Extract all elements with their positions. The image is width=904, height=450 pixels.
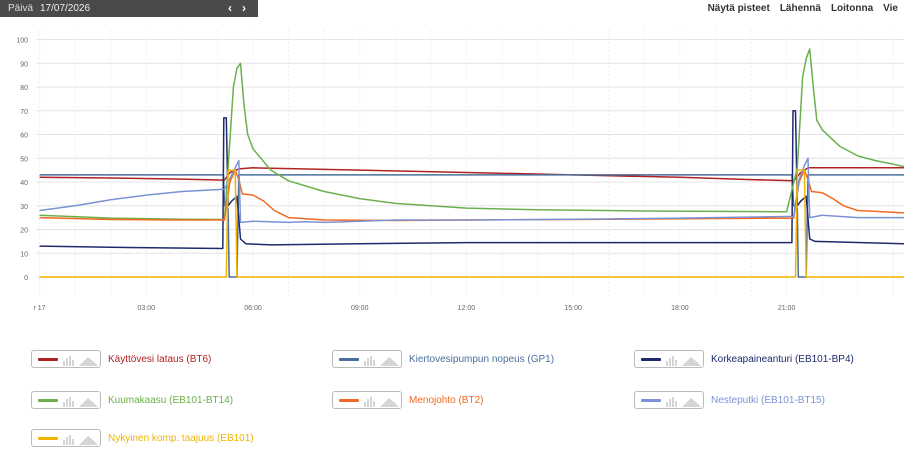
series-line-6 [39,169,904,278]
chart-legend: Käyttövesi lataus (BT6) Kiertovesipumpun … [0,338,904,450]
x-tick-label: 21:00 [778,305,796,312]
y-tick-label: 90 [20,61,28,68]
top-toolbar: Päivä 17/07/2026 ‹ › Näytä pisteet Lähen… [0,0,904,20]
chart-type-icon [364,356,399,366]
line-chart[interactable]: 0 10 20 30 40 50 60 70 80 90 100 r 17 03:00 06:00 09:0… [0,28,904,318]
legend-label[interactable]: Kiertovesipumpun nopeus (GP1) [409,354,554,365]
chevron-right-icon[interactable]: › [242,0,246,17]
series-color-swatch [38,358,58,361]
legend-label[interactable]: Käyttövesi lataus (BT6) [108,354,211,365]
series-color-swatch [38,437,58,440]
date-selector: Päivä 17/07/2026 ‹ › [0,0,258,17]
x-tick-label: r 17 [34,305,46,312]
y-tick-label: 60 [20,133,28,140]
y-tick-label: 0 [24,275,28,282]
legend-label[interactable]: Menojohto (BT2) [409,395,483,406]
y-tick-label: 30 [20,204,28,211]
legend-item[interactable]: Kuumakaasu (EB101-BT14) [31,389,233,411]
period-label[interactable]: Päivä [8,0,33,17]
y-tick-label: 10 [20,251,28,258]
y-tick-label: 80 [20,85,28,92]
series-color-swatch [641,399,661,402]
legend-label[interactable]: Korkeapaineanturi (EB101-BP4) [711,354,854,365]
chart-actions: Näytä pisteet Lähennä Loitonna Vie [708,0,898,17]
x-tick-label: 09:00 [351,305,369,312]
x-tick-label: 03:00 [138,305,156,312]
chart-type-icon [63,356,98,366]
chart-type-icon [666,397,701,407]
chart-type-icon [364,397,399,407]
series-color-swatch [38,399,58,402]
chevron-left-icon[interactable]: ‹ [228,0,232,17]
series-toggle[interactable] [332,350,402,368]
y-tick-label: 100 [16,38,28,45]
series-toggle[interactable] [634,391,704,409]
zoom-in-button[interactable]: Lähennä [780,0,821,17]
show-points-button[interactable]: Näytä pisteet [708,0,770,17]
series-line-4 [39,169,904,222]
series-line-1 [39,174,904,278]
x-tick-label: 15:00 [564,305,582,312]
chart-type-icon [63,435,98,445]
date-value[interactable]: 17/07/2026 [40,0,90,17]
x-tick-label: 12:00 [458,305,476,312]
series-toggle[interactable] [31,429,101,447]
legend-item[interactable]: Menojohto (BT2) [332,389,483,411]
y-tick-label: 50 [20,156,28,163]
series-toggle[interactable] [634,350,704,368]
legend-item[interactable]: Nykyinen komp. taajuus (EB101) [31,427,254,449]
chart-type-icon [666,356,701,366]
chart-type-icon [63,397,98,407]
legend-label[interactable]: Nykyinen komp. taajuus (EB101) [108,433,254,444]
legend-item[interactable]: Nesteputki (EB101-BT15) [634,389,825,411]
x-tick-label: 18:00 [671,305,689,312]
series-color-swatch [339,399,359,402]
legend-label[interactable]: Nesteputki (EB101-BT15) [711,395,825,406]
zoom-out-button[interactable]: Loitonna [831,0,873,17]
legend-item[interactable]: Kiertovesipumpun nopeus (GP1) [332,348,554,370]
y-tick-label: 70 [20,109,28,116]
y-tick-label: 20 [20,228,28,235]
series-color-swatch [339,358,359,361]
series-toggle[interactable] [332,391,402,409]
series-toggle[interactable] [31,350,101,368]
x-tick-label: 06:00 [244,305,262,312]
series-toggle[interactable] [31,391,101,409]
series-line-5 [39,157,904,224]
legend-item[interactable]: Käyttövesi lataus (BT6) [31,348,211,370]
series-color-swatch [641,358,661,361]
legend-item[interactable]: Korkeapaineanturi (EB101-BP4) [634,348,854,370]
export-button[interactable]: Vie [883,0,898,17]
legend-label[interactable]: Kuumakaasu (EB101-BT14) [108,395,233,406]
y-tick-label: 40 [20,180,28,187]
